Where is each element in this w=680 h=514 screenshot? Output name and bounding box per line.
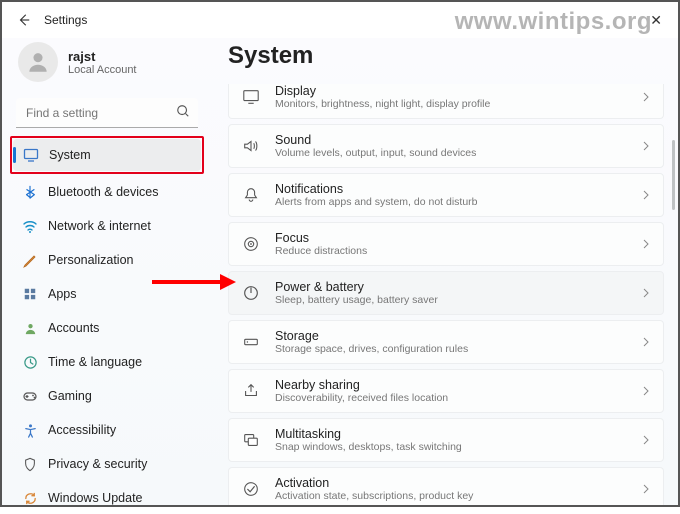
back-arrow-icon [17,13,31,27]
gaming-icon [22,388,38,404]
card-title: Storage [275,329,641,343]
chevron-right-icon [641,92,651,102]
bluetooth-icon [22,184,38,200]
card-activation[interactable]: ActivationActivation state, subscription… [228,467,664,505]
card-subtitle: Monitors, brightness, night light, displ… [275,98,641,110]
card-subtitle: Snap windows, desktops, task switching [275,441,641,453]
avatar [18,42,58,82]
sidebar-item-label: System [49,148,91,162]
system-icon [23,147,39,163]
card-focus[interactable]: FocusReduce distractions [228,222,664,266]
card-notifications[interactable]: NotificationsAlerts from apps and system… [228,173,664,217]
bell-icon [241,185,261,205]
sidebar-item-windows-update[interactable]: Windows Update [12,482,202,514]
sound-icon [241,136,261,156]
search-input[interactable] [16,98,198,128]
chevron-right-icon [641,337,651,347]
storage-icon [241,332,261,352]
sidebar-item-label: Network & internet [48,219,151,233]
card-nearby-sharing[interactable]: Nearby sharingDiscoverability, received … [228,369,664,413]
chevron-right-icon [641,190,651,200]
sidebar-item-time-language[interactable]: Time & language [12,346,202,378]
card-title: Sound [275,133,641,147]
chevron-right-icon [641,435,651,445]
sidebar-item-label: Personalization [48,253,133,267]
card-title: Multitasking [275,427,641,441]
sidebar-item-label: Time & language [48,355,142,369]
chevron-right-icon [641,386,651,396]
sidebar-item-accounts[interactable]: Accounts [12,312,202,344]
sidebar-item-system[interactable]: System [13,139,201,171]
card-subtitle: Reduce distractions [275,245,641,257]
chevron-right-icon [641,484,651,494]
sidebar: rajst Local Account System Bluetooth & d… [2,38,208,505]
card-title: Nearby sharing [275,378,641,392]
scrollbar[interactable] [671,40,675,499]
back-button[interactable] [10,6,38,34]
card-title: Display [275,84,641,98]
sidebar-item-label: Accessibility [48,423,116,437]
accessibility-icon [22,422,38,438]
card-title: Power & battery [275,280,641,294]
card-multitasking[interactable]: MultitaskingSnap windows, desktops, task… [228,418,664,462]
shield-icon [22,456,38,472]
display-icon [241,87,261,107]
sidebar-item-label: Gaming [48,389,92,403]
time-language-icon [22,354,38,370]
person-icon [25,49,51,75]
update-icon [22,490,38,506]
sidebar-item-gaming[interactable]: Gaming [12,380,202,412]
settings-list: DisplayMonitors, brightness, night light… [228,84,664,505]
title-bar: Settings ✕ [2,2,678,38]
card-storage[interactable]: StorageStorage space, drives, configurat… [228,320,664,364]
sidebar-item-label: Apps [48,287,77,301]
page-title: System [228,42,664,70]
card-subtitle: Activation state, subscriptions, product… [275,490,641,502]
user-account-type: Local Account [68,64,137,76]
personalization-icon [22,252,38,268]
annotation-highlight-system: System [10,136,204,174]
card-subtitle: Sleep, battery usage, battery saver [275,294,641,306]
card-sound[interactable]: SoundVolume levels, output, input, sound… [228,124,664,168]
sidebar-item-privacy[interactable]: Privacy & security [12,448,202,480]
sidebar-item-label: Bluetooth & devices [48,185,159,199]
card-title: Notifications [275,182,641,196]
user-account-block[interactable]: rajst Local Account [12,38,202,94]
card-title: Focus [275,231,641,245]
activation-icon [241,479,261,499]
card-subtitle: Discoverability, received files location [275,392,641,404]
sidebar-item-personalization[interactable]: Personalization [12,244,202,276]
search-box[interactable] [16,98,198,128]
sidebar-item-label: Windows Update [48,491,143,505]
sidebar-item-apps[interactable]: Apps [12,278,202,310]
card-title: Activation [275,476,641,490]
sidebar-nav: System Bluetooth & devices Network & int… [12,136,202,514]
card-subtitle: Alerts from apps and system, do not dist… [275,196,641,208]
chevron-right-icon [641,288,651,298]
main-content: System DisplayMonitors, brightness, nigh… [208,38,678,505]
chevron-right-icon [641,239,651,249]
card-power-battery[interactable]: Power & batterySleep, battery usage, bat… [228,271,664,315]
user-name: rajst [68,49,137,64]
power-icon [241,283,261,303]
app-title: Settings [44,13,87,27]
search-icon [176,104,190,118]
focus-icon [241,234,261,254]
chevron-right-icon [641,141,651,151]
sidebar-item-label: Privacy & security [48,457,147,471]
scrollbar-thumb[interactable] [672,140,675,210]
card-display[interactable]: DisplayMonitors, brightness, night light… [228,84,664,119]
card-subtitle: Volume levels, output, input, sound devi… [275,147,641,159]
multitasking-icon [241,430,261,450]
sidebar-item-accessibility[interactable]: Accessibility [12,414,202,446]
accounts-icon [22,320,38,336]
network-icon [22,218,38,234]
close-button[interactable]: ✕ [642,8,670,33]
sidebar-item-network[interactable]: Network & internet [12,210,202,242]
apps-icon [22,286,38,302]
sidebar-item-bluetooth[interactable]: Bluetooth & devices [12,176,202,208]
share-icon [241,381,261,401]
card-subtitle: Storage space, drives, configuration rul… [275,343,641,355]
sidebar-item-label: Accounts [48,321,99,335]
